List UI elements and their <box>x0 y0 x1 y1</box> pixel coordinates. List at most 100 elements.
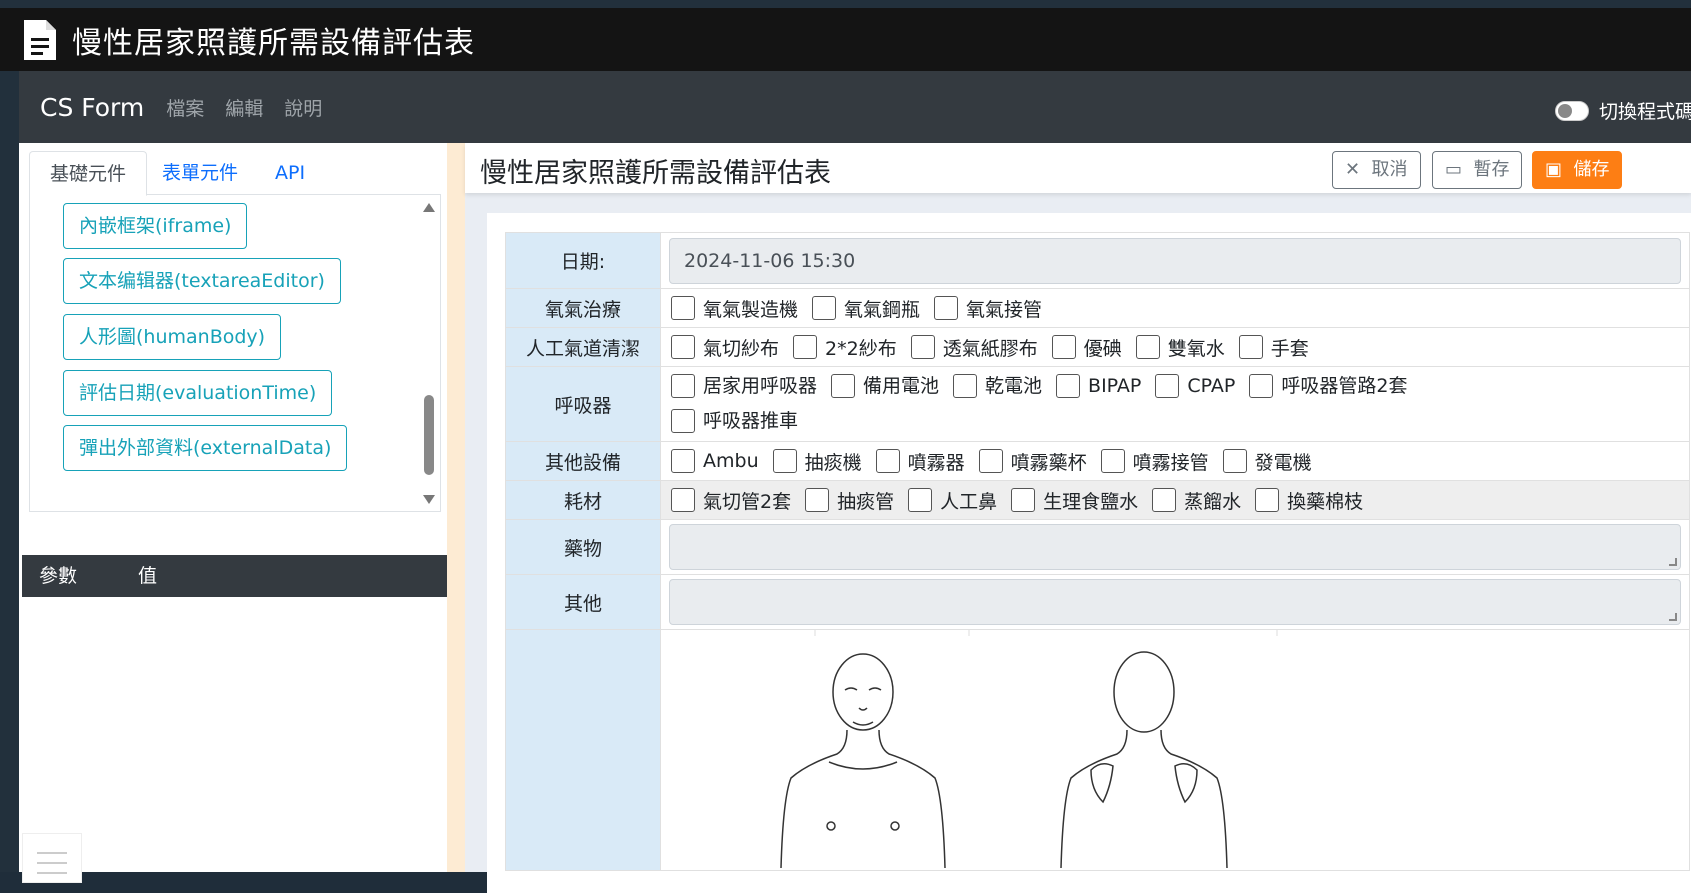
checkbox-option[interactable]: 換藥棉枝 <box>1255 483 1363 517</box>
human-body-diagram[interactable] <box>661 630 1689 870</box>
window-titlebar: 慢性居家照護所需設備評估表 <box>0 8 1691 71</box>
checkbox[interactable] <box>953 374 978 398</box>
human-body-icon[interactable] <box>661 630 1689 870</box>
checkbox-option[interactable]: 手套 <box>1238 330 1309 364</box>
hamburger-icon[interactable] <box>22 833 82 883</box>
checkbox[interactable] <box>671 409 695 433</box>
checkbox-option[interactable]: 雙氧水 <box>1135 330 1225 364</box>
checkbox[interactable] <box>1249 374 1274 398</box>
checkbox-option[interactable]: 優碘 <box>1051 330 1122 364</box>
checkbox-option[interactable]: CPAP <box>1155 369 1235 403</box>
checkbox-option[interactable]: 噴霧藥杯 <box>978 444 1087 478</box>
checkbox-option[interactable]: 抽痰管 <box>805 483 894 517</box>
checkbox-option[interactable]: BIPAP <box>1056 369 1141 403</box>
scroll-thumb[interactable] <box>424 395 434 475</box>
checkbox[interactable] <box>1152 488 1177 512</box>
component-evaluation-time[interactable]: 評估日期(evaluationTime) <box>63 370 333 416</box>
param-column: 參數 <box>39 565 78 587</box>
component-human-body[interactable]: 人形圖(humanBody) <box>63 314 282 360</box>
checkbox[interactable] <box>772 449 797 473</box>
checkbox-option[interactable]: 氧氣鋼瓶 <box>812 291 920 325</box>
checkbox[interactable] <box>1100 449 1125 473</box>
component-iframe[interactable]: 內嵌框架(iframe) <box>63 203 248 249</box>
checkbox-option[interactable]: 呼吸器管路2套 <box>1249 369 1407 403</box>
checkbox-option[interactable]: 2*2紗布 <box>793 330 897 364</box>
checkbox[interactable] <box>1135 335 1160 359</box>
checkbox-option[interactable]: Ambu <box>671 444 759 478</box>
checkbox-option[interactable]: 蒸餾水 <box>1152 483 1241 517</box>
tab-api[interactable]: API <box>255 151 325 196</box>
other-textarea[interactable] <box>669 579 1681 625</box>
row-label: 其他設備 <box>505 441 661 481</box>
checkbox[interactable] <box>671 488 695 512</box>
checkbox-option[interactable]: 呼吸器推車 <box>671 404 798 438</box>
checkbox[interactable] <box>671 335 695 359</box>
checkbox-option[interactable]: 人工鼻 <box>908 483 997 517</box>
checkbox[interactable] <box>875 449 900 473</box>
checkbox-label: 優碘 <box>1083 337 1122 360</box>
checkbox[interactable] <box>831 374 856 398</box>
checkbox-option[interactable]: 抽痰機 <box>772 444 862 478</box>
menu-edit[interactable]: 編輯 <box>225 94 263 121</box>
checkbox[interactable] <box>671 296 695 320</box>
checkbox-option[interactable]: 氧氣接管 <box>934 291 1042 325</box>
medicine-textarea[interactable] <box>669 524 1681 570</box>
panel-divider[interactable] <box>447 143 465 872</box>
checkbox-label: 2*2紗布 <box>825 337 897 360</box>
checkbox-label: 氧氣接管 <box>966 298 1043 321</box>
draft-label: 暫存 <box>1473 159 1510 180</box>
checkbox[interactable] <box>812 296 837 320</box>
form-title: 慢性居家照護所需設備評估表 <box>480 158 831 189</box>
checkbox[interactable] <box>1011 488 1036 512</box>
checkbox[interactable] <box>910 335 935 359</box>
form-header: 慢性居家照護所需設備評估表 ✕ 取消 ▭ 暫存 ▣ 儲存 <box>465 143 1691 193</box>
checkbox-option[interactable]: 氣切紗布 <box>671 330 779 364</box>
checkbox-option[interactable]: 乾電池 <box>953 369 1042 403</box>
form-canvas: 日期: 2024-11-06 15:30 氧氣治療 氧氣製造機 氧氣鋼瓶 氧氣接管 … <box>487 213 1691 893</box>
checkbox[interactable] <box>1051 335 1076 359</box>
tab-form[interactable]: 表單元件 <box>142 151 258 196</box>
brand-logo[interactable]: CS Form <box>40 93 144 122</box>
checkbox[interactable] <box>978 449 1003 473</box>
checkbox-option[interactable]: 噴霧接管 <box>1100 444 1209 478</box>
component-textarea-editor[interactable]: 文本编辑器(textareaEditor) <box>63 258 341 304</box>
cancel-button[interactable]: ✕ 取消 <box>1332 151 1421 189</box>
menu-help[interactable]: 說明 <box>284 94 322 121</box>
resize-handle-icon[interactable] <box>1669 613 1677 621</box>
checkbox-option[interactable]: 氣切管2套 <box>671 483 791 517</box>
checkbox[interactable] <box>1155 374 1180 398</box>
checkbox[interactable] <box>793 335 818 359</box>
resize-handle-icon[interactable] <box>1669 558 1677 566</box>
checkbox[interactable] <box>908 488 933 512</box>
checkbox[interactable] <box>1222 449 1247 473</box>
menu-file[interactable]: 檔案 <box>166 94 204 121</box>
checkbox[interactable] <box>805 488 830 512</box>
scroll-down-icon[interactable] <box>423 495 435 504</box>
checkbox[interactable] <box>671 449 695 473</box>
date-label: 日期: <box>505 232 661 289</box>
checkbox-option[interactable]: 發電機 <box>1222 444 1312 478</box>
checkbox[interactable] <box>1238 335 1263 359</box>
checkbox-option[interactable]: 氧氣製造機 <box>671 291 798 325</box>
date-input[interactable]: 2024-11-06 15:30 <box>669 237 1681 284</box>
draft-button[interactable]: ▭ 暫存 <box>1432 151 1523 189</box>
checkbox-option[interactable]: 噴霧器 <box>875 444 965 478</box>
component-external-data[interactable]: 彈出外部資料(externalData) <box>63 425 348 471</box>
scroll-up-icon[interactable] <box>423 203 435 212</box>
checkbox-option[interactable]: 備用電池 <box>831 369 939 403</box>
toggle-switch[interactable] <box>1555 100 1589 121</box>
checkbox[interactable] <box>671 374 695 398</box>
checkbox[interactable] <box>1056 374 1081 398</box>
checkbox-option[interactable]: 透氣紙膠布 <box>910 330 1038 364</box>
medicine-label: 藥物 <box>505 519 661 575</box>
checkbox-option[interactable]: 生理食鹽水 <box>1011 483 1138 517</box>
checkbox[interactable] <box>1255 488 1280 512</box>
code-toggle[interactable]: 切換程式碼 <box>1555 97 1691 124</box>
checkbox[interactable] <box>934 296 959 320</box>
medicine-row: 藥物 <box>505 519 1690 575</box>
save-button[interactable]: ▣ 儲存 <box>1532 151 1623 189</box>
checkbox-option[interactable]: 居家用呼吸器 <box>671 369 817 403</box>
checkbox-label: 氧氣製造機 <box>703 298 799 321</box>
component-scrollbar[interactable] <box>422 195 436 511</box>
tab-basic[interactable]: 基礎元件 <box>29 151 148 196</box>
